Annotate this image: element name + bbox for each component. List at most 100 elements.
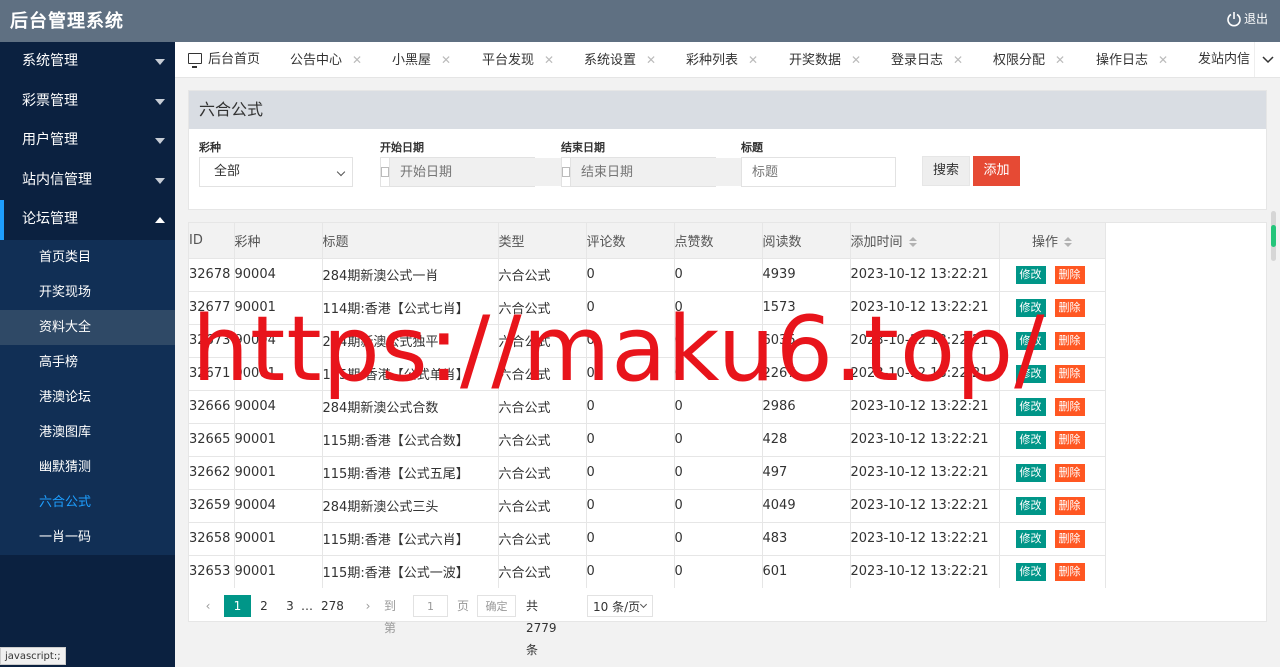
- nav-group-messages[interactable]: 站内信管理: [0, 161, 175, 201]
- scrollbar-indicator: [1271, 225, 1276, 247]
- cell-type: 六合公式: [498, 422, 587, 456]
- delete-button[interactable]: 删除: [1054, 265, 1085, 284]
- tab-announcements[interactable]: 公告中心 ✕: [290, 42, 362, 77]
- delete-button[interactable]: 删除: [1054, 562, 1085, 581]
- tab-blacklist[interactable]: 小黑屋 ✕: [392, 42, 451, 77]
- edit-button[interactable]: 修改: [1015, 265, 1046, 284]
- calendar-icon-wrap: [381, 158, 390, 186]
- nav-group-system[interactable]: 系统管理: [0, 42, 175, 82]
- cell-lottery: 90001: [234, 554, 323, 588]
- lottery-select[interactable]: 全部: [199, 157, 353, 187]
- close-icon[interactable]: ✕: [1055, 53, 1065, 67]
- sort-icon[interactable]: [908, 236, 917, 247]
- tab-platform-discover[interactable]: 平台发现 ✕: [482, 42, 554, 77]
- tab-login-log[interactable]: 登录日志 ✕: [891, 42, 963, 77]
- page-3[interactable]: 3: [285, 595, 295, 617]
- edit-button[interactable]: 修改: [1015, 430, 1046, 449]
- edit-button[interactable]: 修改: [1015, 331, 1046, 350]
- cell-reads: 1573: [762, 290, 851, 324]
- sidebar-item-hk-gallery[interactable]: 港澳图库: [0, 415, 175, 450]
- sort-icon[interactable]: [1064, 236, 1072, 247]
- tab-draw-data[interactable]: 开奖数据 ✕: [789, 42, 861, 77]
- edit-button[interactable]: 修改: [1015, 562, 1046, 581]
- tab-system-settings[interactable]: 系统设置 ✕: [584, 42, 656, 77]
- close-icon[interactable]: ✕: [953, 53, 963, 67]
- cell-comments: 0: [586, 389, 675, 423]
- delete-button[interactable]: 删除: [1054, 364, 1085, 383]
- prev-page-icon[interactable]: ‹: [201, 595, 215, 617]
- edit-button[interactable]: 修改: [1015, 496, 1046, 515]
- delete-button[interactable]: 删除: [1054, 430, 1085, 449]
- sidebar-item-home-category[interactable]: 首页类目: [0, 240, 175, 275]
- page-current[interactable]: 1: [224, 595, 251, 617]
- close-icon[interactable]: ✕: [441, 53, 451, 67]
- end-date-field: 结束日期: [561, 139, 751, 187]
- sidebar-item-experts[interactable]: 高手榜: [0, 345, 175, 380]
- sidebar-item-materials[interactable]: 资料大全: [0, 309, 175, 345]
- cell-likes: 0: [674, 290, 763, 324]
- cell-type: 六合公式: [498, 455, 587, 489]
- delete-button[interactable]: 删除: [1054, 298, 1085, 317]
- start-date-input[interactable]: [390, 158, 570, 186]
- page-size-select[interactable]: 10 条/页: [587, 595, 653, 617]
- cell-lottery: 90001: [234, 521, 323, 555]
- delete-button[interactable]: 删除: [1054, 331, 1085, 350]
- edit-button[interactable]: 修改: [1015, 463, 1046, 482]
- goto-confirm-button[interactable]: 确定: [477, 595, 516, 617]
- nav-group-label: 彩票管理: [22, 92, 78, 109]
- sidebar-item-one-code[interactable]: 一肖一码: [0, 520, 175, 555]
- edit-button[interactable]: 修改: [1015, 298, 1046, 317]
- cell-added-time: 2023-10-12 13:22:21: [850, 356, 1000, 390]
- tab-send-message[interactable]: 发站内信: [1198, 42, 1250, 77]
- nav-group-users[interactable]: 用户管理: [0, 121, 175, 161]
- add-button[interactable]: 添加: [973, 156, 1020, 186]
- sidebar-item-formula[interactable]: 六合公式: [0, 485, 175, 520]
- cell-reads: 2986: [762, 389, 851, 423]
- delete-button[interactable]: 删除: [1054, 397, 1085, 416]
- cell-type: 六合公式: [498, 290, 587, 324]
- search-button[interactable]: 搜索: [922, 156, 970, 186]
- close-icon[interactable]: ✕: [1158, 53, 1168, 67]
- table-row: 32658 90001 115期:香港【公式六肖】 六合公式 0 0 483 2023-10-…: [189, 521, 1106, 555]
- delete-button[interactable]: 删除: [1054, 463, 1085, 482]
- close-icon[interactable]: ✕: [646, 53, 656, 67]
- cell-title: 115期:香港【公式六肖】: [322, 521, 499, 555]
- tab-operation-log[interactable]: 操作日志 ✕: [1096, 42, 1168, 77]
- tabs-more-button[interactable]: [1254, 42, 1280, 77]
- next-page-icon[interactable]: ›: [361, 595, 375, 617]
- page-last[interactable]: 278: [321, 595, 344, 617]
- col-added-time[interactable]: 添加时间: [850, 223, 1000, 258]
- sidebar-item-humor-guess[interactable]: 幽默猜测: [0, 450, 175, 485]
- delete-button[interactable]: 删除: [1054, 529, 1085, 548]
- tab-home[interactable]: 后台首页: [188, 42, 260, 77]
- end-date-input[interactable]: [571, 158, 751, 186]
- tab-permissions[interactable]: 权限分配 ✕: [993, 42, 1065, 77]
- col-title: 标题: [322, 223, 499, 258]
- end-date-label: 结束日期: [561, 141, 605, 154]
- cell-id: 32678: [189, 257, 235, 291]
- close-icon[interactable]: ✕: [851, 53, 861, 67]
- edit-button[interactable]: 修改: [1015, 529, 1046, 548]
- tab-label: 小黑屋: [392, 53, 432, 68]
- tab-lottery-list[interactable]: 彩种列表 ✕: [686, 42, 758, 77]
- col-actions[interactable]: 操作: [999, 223, 1106, 258]
- scrollbar[interactable]: [1271, 211, 1276, 261]
- page-2[interactable]: 2: [259, 595, 269, 617]
- nav-group-lottery[interactable]: 彩票管理: [0, 82, 175, 122]
- cell-title: 284期新澳公式一肖: [322, 257, 499, 291]
- title-input[interactable]: [741, 157, 896, 187]
- edit-button[interactable]: 修改: [1015, 364, 1046, 383]
- edit-button[interactable]: 修改: [1015, 397, 1046, 416]
- close-icon[interactable]: ✕: [544, 53, 554, 67]
- delete-button[interactable]: 删除: [1054, 496, 1085, 515]
- close-icon[interactable]: ✕: [352, 53, 362, 67]
- logout-button[interactable]: 退出: [1226, 10, 1268, 27]
- nav-group-forum[interactable]: 论坛管理: [0, 200, 175, 240]
- close-icon[interactable]: ✕: [748, 53, 758, 67]
- sidebar-item-hk-forum[interactable]: 港澳论坛: [0, 380, 175, 415]
- sidebar-item-draw-live[interactable]: 开奖现场: [0, 275, 175, 310]
- col-lottery: 彩种: [234, 223, 323, 258]
- cell-type: 六合公式: [498, 257, 587, 291]
- cell-title: 284期新澳公式三头: [322, 488, 499, 522]
- goto-page-input[interactable]: 1: [413, 595, 448, 617]
